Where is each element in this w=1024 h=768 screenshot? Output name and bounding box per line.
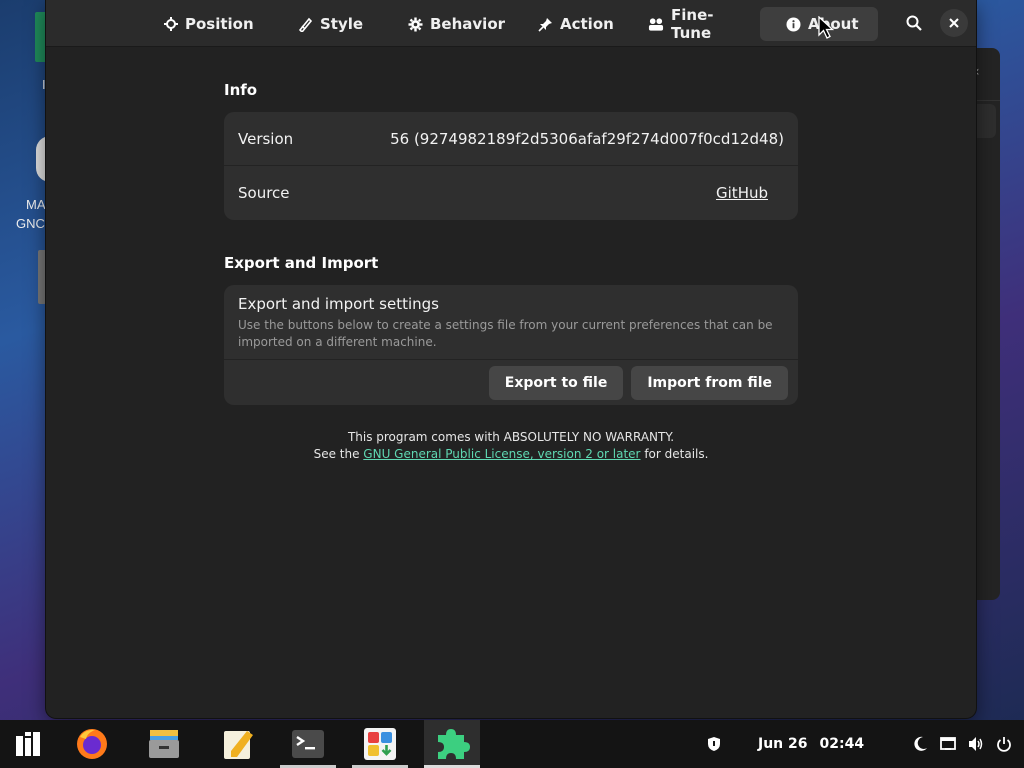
export-import-row-title: Export and import settings [238, 295, 439, 313]
clock-date[interactable]: Jun 26 [758, 736, 808, 752]
terminal-button[interactable] [290, 726, 326, 762]
system-tray: Jun 26 02:44 [700, 720, 1012, 768]
about-page: Info Version 56 (9274982189f2d5306afaf29… [46, 46, 976, 718]
extensions-button[interactable] [424, 720, 480, 768]
headerbar: Position Style Behavior Action Fine-Tune [46, 0, 976, 47]
info-icon [785, 16, 801, 32]
export-import-card: Export and import settings Use the butto… [224, 285, 798, 405]
export-import-section-title: Export and Import [224, 254, 379, 272]
tab-label: Style [320, 15, 364, 33]
pin-icon [538, 16, 553, 32]
desktop-icon-label: MA [26, 197, 46, 212]
gpl-license-link[interactable]: GNU General Public License, version 2 or… [363, 447, 640, 461]
files-icon [149, 730, 179, 758]
license-suffix: for details. [640, 447, 709, 461]
files-button[interactable] [146, 726, 182, 762]
warranty-text: This program comes with ABSOLUTELY NO WA… [347, 430, 675, 444]
desktop-icon-3[interactable] [38, 250, 46, 304]
extension-preferences-window: Position Style Behavior Action Fine-Tune [46, 0, 976, 718]
network-icon[interactable] [940, 736, 956, 752]
terminal-icon [292, 730, 324, 758]
firefox-button[interactable] [74, 726, 110, 762]
license-line: See the GNU General Public License, vers… [46, 446, 976, 463]
app-menu-icon [16, 732, 40, 756]
extensions-icon [438, 729, 470, 759]
info-card: Version 56 (9274982189f2d5306afaf29f274d… [224, 112, 798, 220]
app-menu-button[interactable] [10, 726, 46, 762]
search-button[interactable] [900, 9, 928, 37]
tune-icon [648, 16, 664, 32]
tab-label: Fine-Tune [671, 6, 714, 42]
desktop-icon-label-2: GNC [16, 216, 45, 231]
import-from-file-button[interactable]: Import from file [631, 365, 788, 400]
tab-position[interactable]: Position [152, 7, 256, 41]
software-center-button[interactable] [362, 726, 398, 762]
tab-label: Behavior [430, 15, 506, 33]
clock-time[interactable]: 02:44 [820, 736, 865, 752]
version-label: Version [238, 129, 294, 148]
gear-icon [408, 16, 423, 32]
moon-icon[interactable] [912, 736, 928, 752]
tab-label: Action [560, 15, 614, 33]
export-import-actions: Export to file Import from file [224, 359, 798, 405]
tab-fine-tune[interactable]: Fine-Tune [636, 6, 752, 42]
software-center-icon [364, 728, 396, 760]
firefox-icon [77, 729, 107, 759]
tab-action[interactable]: Action [526, 7, 622, 41]
crosshair-icon [164, 16, 178, 32]
close-button[interactable] [940, 9, 968, 37]
volume-icon[interactable] [968, 736, 984, 752]
brush-icon [298, 16, 313, 32]
search-icon [906, 15, 922, 31]
text-editor-button[interactable] [220, 726, 256, 762]
version-value: 56 (9274982189f2d5306afaf29f274d007f0cd1… [390, 129, 784, 148]
tab-label: Position [185, 15, 254, 33]
shield-icon[interactable] [706, 736, 722, 752]
github-link[interactable]: GitHub [716, 184, 768, 202]
export-import-row-subtitle: Use the buttons below to create a settin… [238, 318, 773, 349]
text-editor-icon [224, 731, 253, 759]
license-prefix: See the [313, 447, 364, 461]
taskbar: Jun 26 02:44 [0, 720, 1024, 768]
export-to-file-button[interactable]: Export to file [488, 365, 624, 400]
source-label: Source [238, 184, 290, 202]
close-icon [949, 18, 959, 28]
license-notice: This program comes with ABSOLUTELY NO WA… [46, 429, 976, 463]
power-icon[interactable] [996, 736, 1012, 752]
version-row: Version 56 (9274982189f2d5306afaf29f274d… [224, 112, 798, 166]
source-row: Source GitHub [224, 166, 798, 220]
tab-style[interactable]: Style [286, 7, 366, 41]
tab-behavior[interactable]: Behavior [396, 7, 508, 41]
mouse-cursor-icon [818, 16, 834, 39]
info-section-title: Info [224, 81, 258, 99]
